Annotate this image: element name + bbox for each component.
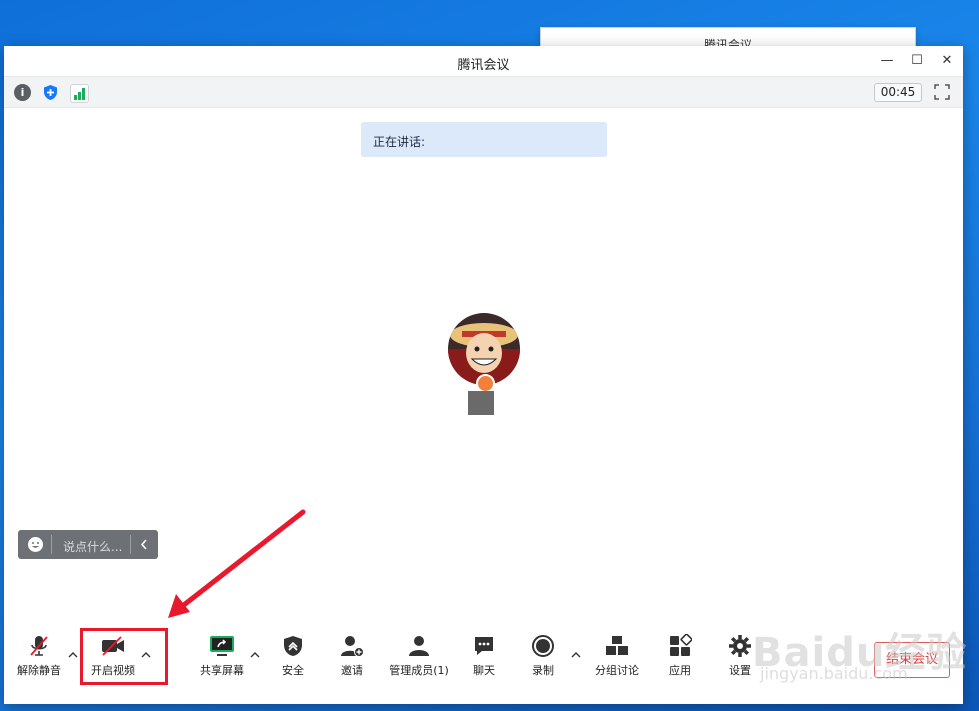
watermark-url: jingyan.baidu.com [760, 664, 908, 683]
annotation-arrow [168, 509, 306, 618]
baidu-watermark: Baidu经验 jingyan.baidu.com [752, 620, 972, 690]
